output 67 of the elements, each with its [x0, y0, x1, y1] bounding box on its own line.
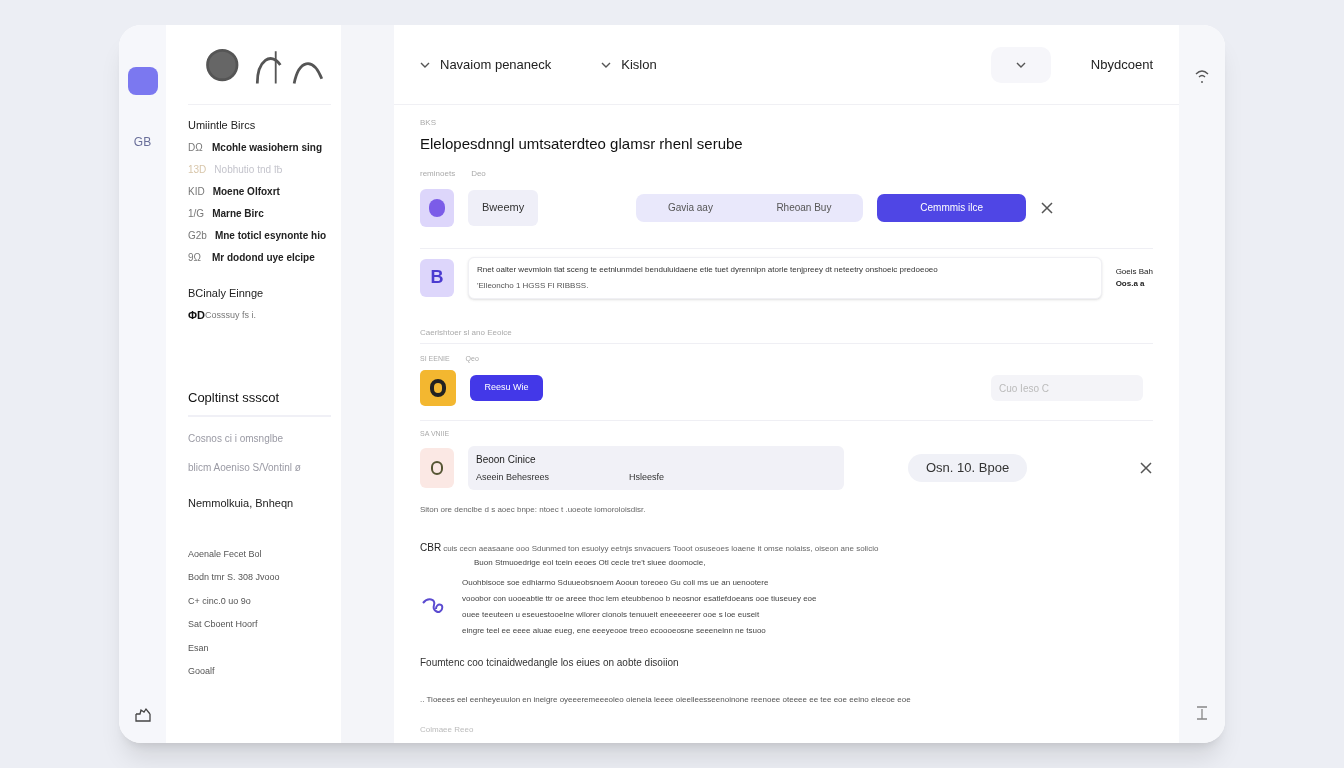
- app-logo-icon[interactable]: [127, 67, 158, 95]
- sidebar-item[interactable]: Mne toticl esynonte hio: [214, 227, 327, 243]
- chip[interactable]: Bweemy: [468, 189, 539, 226]
- detail-text: ouee teeuteen u eseuestooelne wllorer cionols tenuueit eneeeeerer ooe s loe euseit: [462, 609, 761, 621]
- sidebar-link[interactable]: C+ cinc.0 uo 9o: [188, 594, 331, 608]
- paragraph-lead: CBR: [420, 541, 442, 555]
- footer-title: Foumtenc coo tcinaidwedangle los eiues on aobte disoiion: [420, 656, 680, 670]
- card-text: Aseein Behesrees: [476, 470, 550, 484]
- wifi-icon[interactable]: [1194, 69, 1210, 85]
- meta-text: Oos.a a: [1115, 277, 1146, 290]
- group-title: BCinaly Einnge: [188, 285, 265, 301]
- segment-tab[interactable]: Gavia aay: [661, 197, 719, 218]
- badge-icon: [420, 370, 456, 406]
- close-icon[interactable]: [1040, 200, 1055, 215]
- chevron-icon: [601, 60, 612, 69]
- close-icon[interactable]: [1139, 460, 1153, 475]
- footer-text: .. Tioeees eel eenheyeuulon en ineigre oyeeeremeeeoleo oieneia leeee oieelleesseenoinone reenoee oteeee ee tee eoe eeino eieeoe eoe: [420, 694, 912, 706]
- item-code: 9Ω: [188, 250, 203, 265]
- note-text: Siton ore denclbe d s aoec bnpe: ntoec t .uoeote iomoroloisdisr.: [420, 504, 647, 516]
- paragraph-text: Buon Stmuoedrige eol tcein eeoes Otl cecle tre't siuee doomocie,: [473, 557, 707, 569]
- letter-icon: B: [420, 258, 454, 297]
- footer-caption: Colmaee Reeo: [420, 724, 475, 736]
- section-title: Copltinst ssscot: [188, 387, 331, 417]
- paragraph-text: cuis cecn aeasaane ooo Sdunmed ton esuolyy eetnjs snvacuers Tooot osuseoes loaene it omse noiaiss, oiseon ane solicio: [443, 543, 879, 555]
- row-label: Deo: [471, 167, 486, 180]
- group-subtitle: Cosssuy fs i.: [205, 308, 256, 322]
- item-code: 1/G: [188, 206, 205, 221]
- chevron-icon: [1015, 60, 1026, 69]
- segment-tab[interactable]: Rheoan Buy: [770, 197, 838, 218]
- sidebar-item[interactable]: Mr dodond uye elcipe: [212, 249, 315, 265]
- detail-text: Ouohbisoce soe edhiarmo Sduueobsnoem Aooun toreoeo Gu coli ms ue an uenootere: [462, 577, 770, 589]
- sidebar-item[interactable]: Moene Olfoxrt: [212, 183, 280, 199]
- sidebar-link[interactable]: Aoenale Fecet Bol: [188, 547, 331, 561]
- row-label: reminoets: [420, 167, 456, 180]
- section-label: Caerlshtoer sl ano Eeoice: [420, 326, 1153, 344]
- detail-text: vooobor con uooeabtie ttr oe areee thoc lem eteubbenoo b neosnor esatlefdoeans ooe tiuseuey eoe: [462, 593, 817, 605]
- user-name[interactable]: Nbydcoent: [1090, 54, 1153, 75]
- sidebar-link[interactable]: Esan: [188, 641, 331, 655]
- breadcrumb-link[interactable]: Navaiom penaneck: [440, 54, 552, 75]
- sidebar-link[interactable]: Gooalf: [188, 665, 331, 679]
- detail-text: eingre teel ee eeee aiuae eueg, ene eeeyeooe treeo ecoooeosne seeeneinn ne tsuoo: [462, 625, 767, 637]
- section-title: Umiintle Bircs: [188, 118, 257, 133]
- pouch-icon: [420, 447, 454, 488]
- sidebar-link[interactable]: Sat Cboent Hoorf: [188, 618, 331, 632]
- card-title: Beoon Cinice: [476, 452, 537, 467]
- primary-button[interactable]: Reesu Wie: [470, 375, 543, 401]
- avatar-icon: [420, 188, 454, 227]
- item-code: KID: [188, 184, 205, 199]
- page-title: Elelopesdnngl umtsaterdteo glamsr rhenl serube: [420, 134, 744, 154]
- message-text: 'Elleoncho 1 HGSS FI RIBBSS.: [477, 279, 590, 292]
- item-code: DΩ: [188, 140, 204, 155]
- group-code: ΦD: [188, 308, 205, 323]
- card-text: Hsleesfe: [629, 470, 665, 484]
- value-pill[interactable]: Osn. 10. Bpoe: [908, 453, 1028, 482]
- sidebar-item[interactable]: Mcohle wasiohern sing: [212, 139, 323, 155]
- sidebar-link[interactable]: Nemmolkuia, Bnheqn: [188, 495, 331, 512]
- item-code: G2b: [188, 228, 207, 243]
- sidebar-link[interactable]: Bodn tmr S. 308 Jvooo: [188, 571, 331, 585]
- breadcrumb-link[interactable]: Kislon: [621, 54, 657, 75]
- eyebrow-label: BKS: [420, 117, 437, 129]
- sidebar-item[interactable]: Marne Birc: [212, 205, 264, 221]
- rail-label: GB: [133, 134, 152, 151]
- message-text: Rnet oalter wevmioin tlat sceng te eetnlunmdel benduluidaene etie tuet dyrennipn atorle tenjpreey dt neteetry onshoeic predoeoeo: [477, 263, 939, 276]
- primary-button[interactable]: Cemmmis ilce: [877, 193, 1027, 222]
- chevron-icon: [420, 60, 430, 69]
- meta-text: Goeis Bah: [1115, 265, 1153, 278]
- item-code: 13D: [188, 162, 207, 177]
